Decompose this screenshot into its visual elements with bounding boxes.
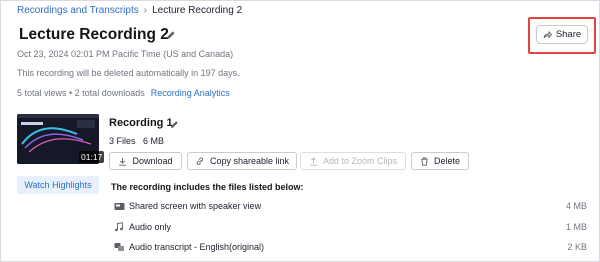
file-row[interactable]: Audio transcript - English(original) 2 K… [113,240,587,254]
share-label: Share [555,29,582,40]
download-button[interactable]: Download [109,152,182,170]
share-arrow-icon [543,30,552,39]
share-button[interactable]: Share [536,25,588,44]
file-name: Shared screen with speaker view [129,201,262,211]
breadcrumb-separator: › [143,5,148,16]
transcript-icon [113,242,125,252]
add-to-zoom-clips-button[interactable]: Add to Zoom Clips [300,152,406,170]
duration-badge: 01:17 [79,151,105,163]
page-title: Lecture Recording 2 [19,26,169,43]
trash-icon [421,157,428,166]
recording-analytics-link[interactable]: Recording Analytics [151,88,230,98]
add-to-clips-label: Add to Zoom Clips [322,156,398,166]
file-size: 1 MB [565,222,587,232]
file-name: Audio only [129,222,172,232]
recording-title: Recording 1 [109,117,173,129]
pencil-icon[interactable] [166,30,176,40]
file-name: Audio transcript - English(original) [129,242,265,252]
breadcrumb: Recordings and Transcripts › Lecture Recor… [17,5,242,16]
recording-date: Oct 23, 2024 02:01 PM Pacific Time (US a… [17,49,234,59]
music-note-icon [113,222,125,232]
views-downloads-count: 5 total views • 2 total downloads [17,88,145,98]
watch-highlights-button[interactable]: Watch Highlights [17,176,99,194]
video-file-icon [113,201,125,211]
download-label: Download [132,156,173,166]
file-row[interactable]: Audio only 1 MB [113,220,587,234]
breadcrumb-parent-link[interactable]: Recordings and Transcripts [17,5,139,16]
copy-shareable-link-button[interactable]: Copy shareable link [187,152,297,170]
file-size: 4 MB [565,201,587,211]
pencil-icon[interactable] [170,120,179,129]
files-heading: The recording includes the files listed … [111,182,304,192]
copy-link-label: Copy shareable link [209,156,290,166]
breadcrumb-current: Lecture Recording 2 [152,5,243,16]
link-icon [196,157,204,165]
download-icon [119,157,127,166]
upload-icon [309,156,317,166]
recording-file-summary: 3 Files 6 MB [109,136,165,146]
file-row[interactable]: Shared screen with speaker view 4 MB [113,199,587,213]
delete-button[interactable]: Delete [411,152,469,170]
delete-label: Delete [433,156,460,166]
view-stats: 5 total views • 2 total downloads Recordi… [17,88,230,98]
file-size: 2 KB [567,242,587,252]
deletion-notice: This recording will be deleted automatic… [17,68,240,78]
